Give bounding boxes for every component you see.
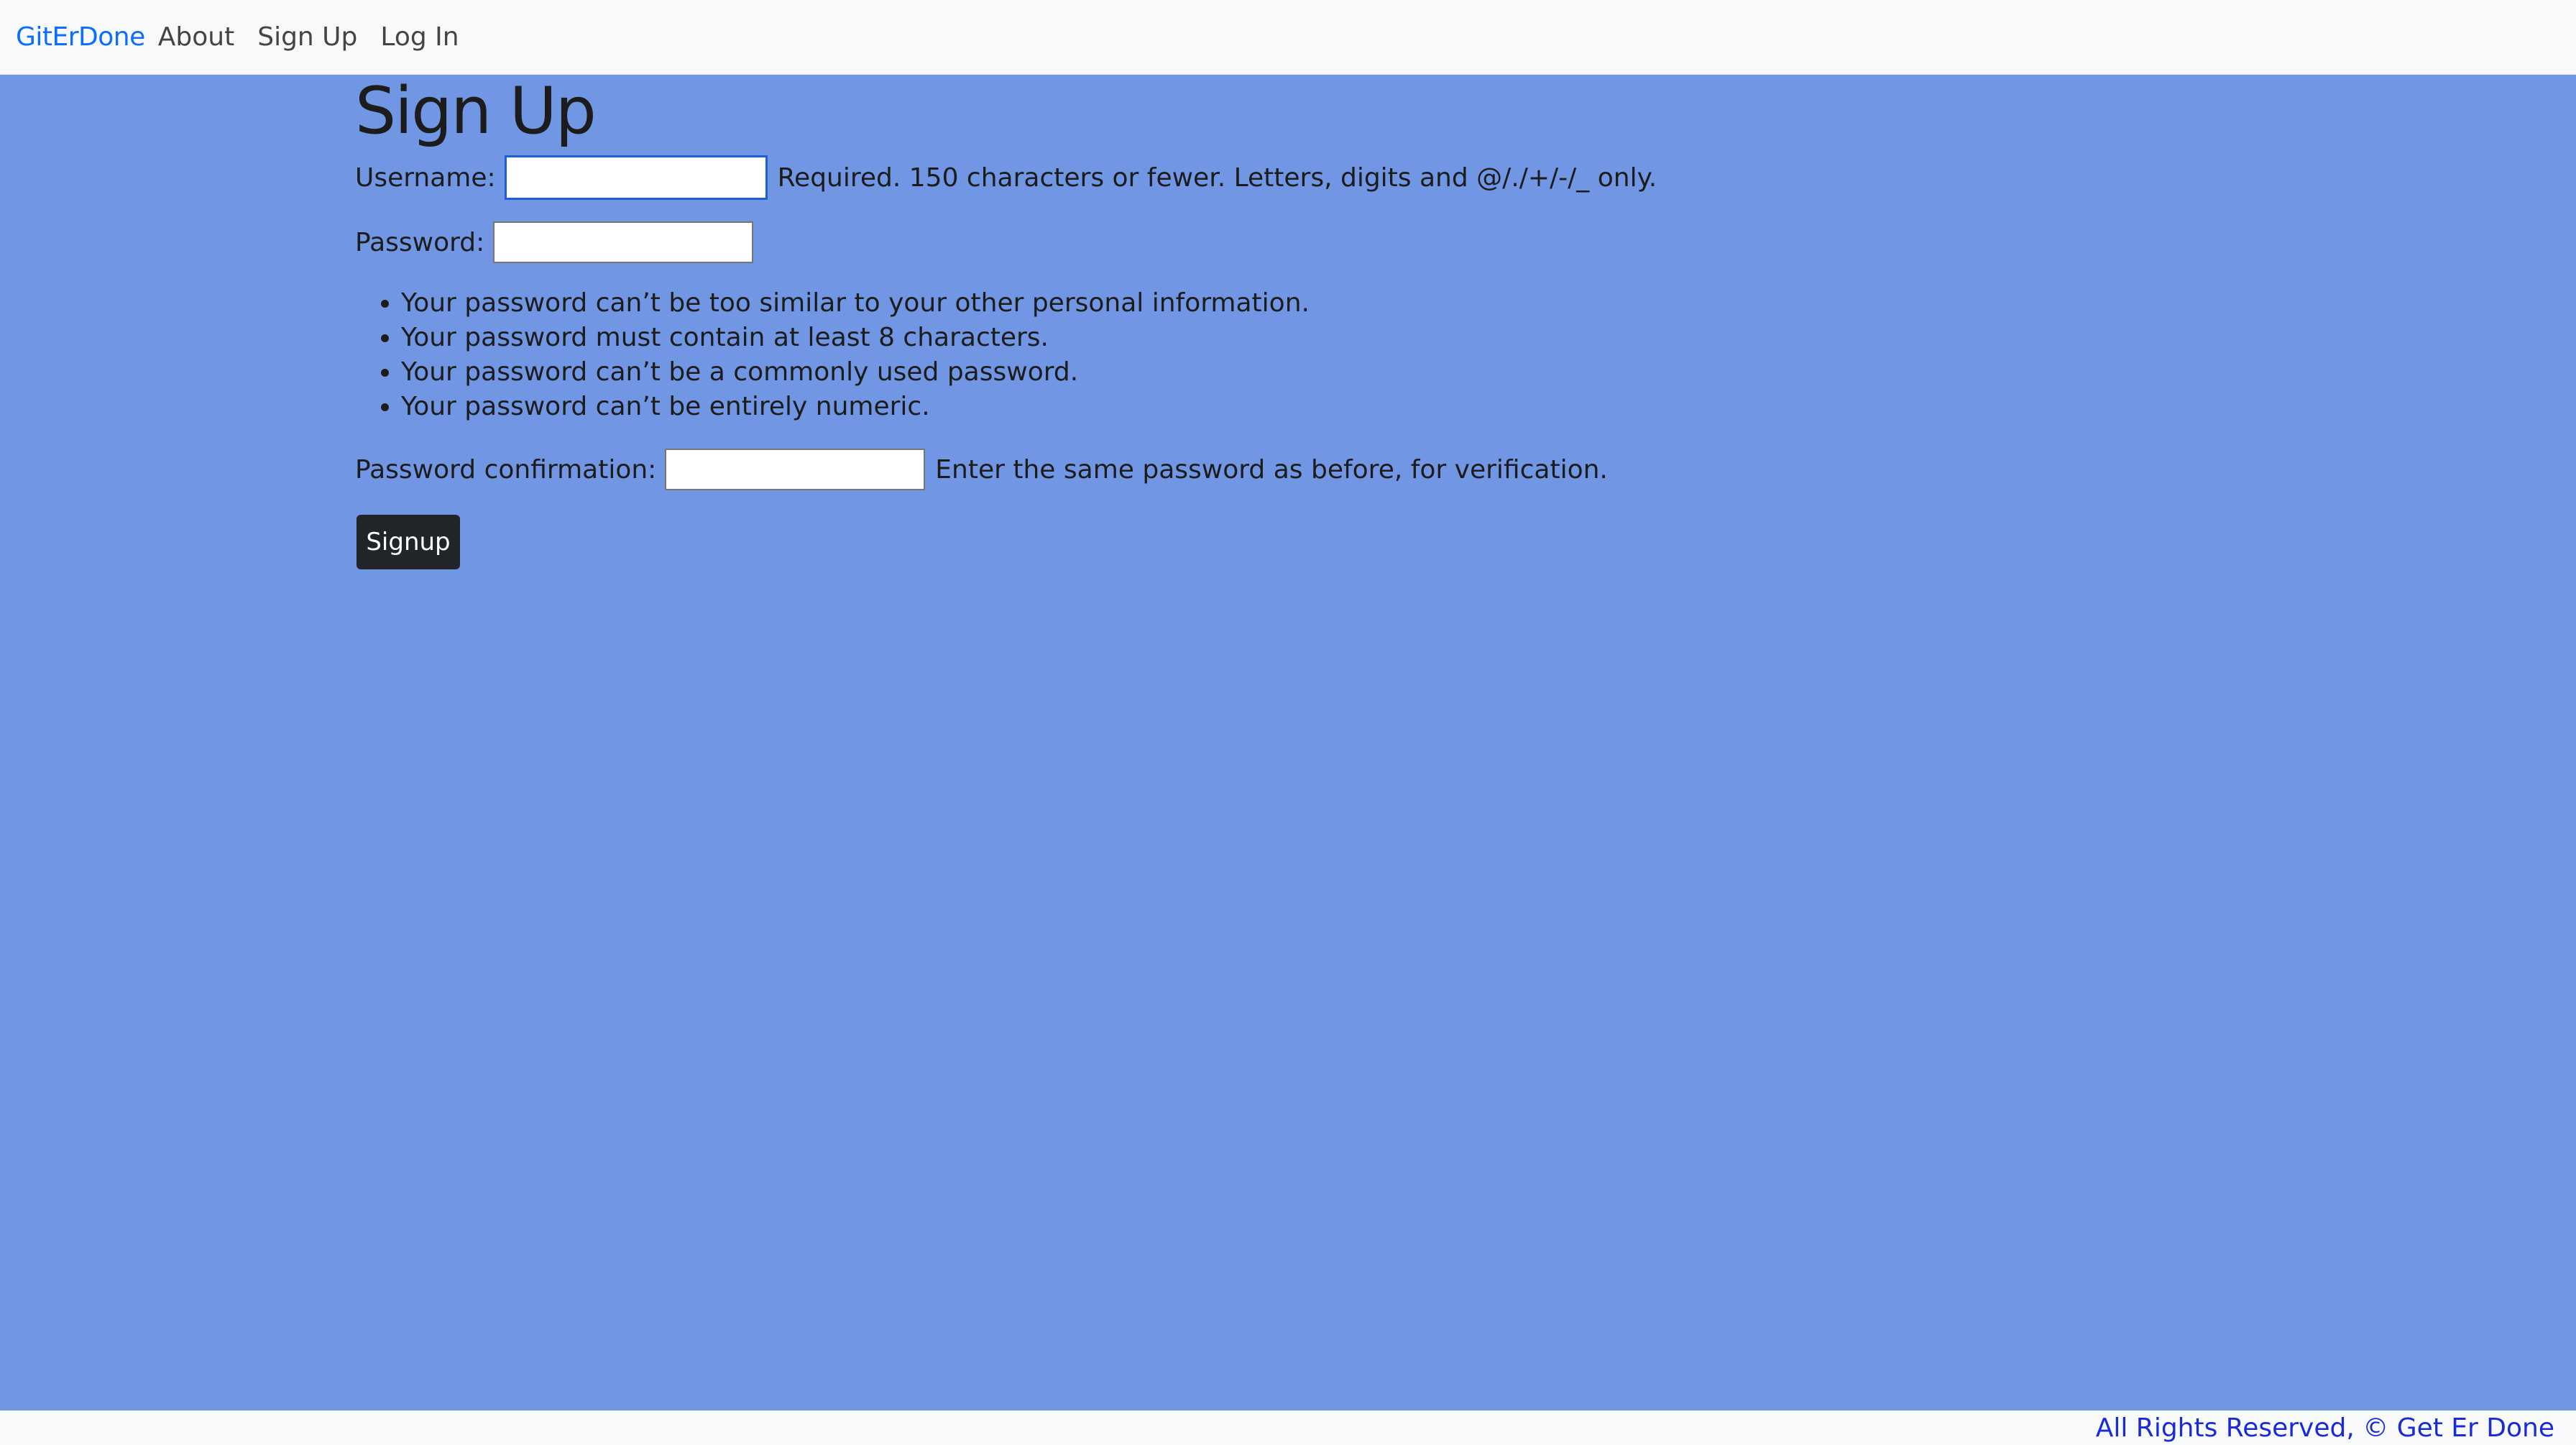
navbar: GitErDone About Sign Up Log In xyxy=(0,0,2576,75)
password-input[interactable] xyxy=(493,221,754,263)
password-row: Password: xyxy=(355,221,754,263)
password-confirmation-row: Password confirmation: Enter the same pa… xyxy=(355,449,1608,490)
password-confirmation-input[interactable] xyxy=(665,449,926,490)
password-confirmation-label: Password confirmation: xyxy=(355,454,657,485)
username-row: Username: Required. 150 characters or fe… xyxy=(355,155,1657,200)
password-rule-item: Your password must contain at least 8 ch… xyxy=(401,321,1310,355)
footer-copyright: All Rights Reserved, © Get Er Done xyxy=(2095,1413,2554,1443)
password-rule-item: Your password can’t be entirely numeric. xyxy=(401,390,1310,424)
signup-button[interactable]: Signup xyxy=(356,515,460,569)
password-rule-item: Your password can’t be a commonly used p… xyxy=(401,355,1310,390)
password-label: Password: xyxy=(355,227,485,257)
username-input[interactable] xyxy=(504,155,768,200)
username-help-text: Required. 150 characters or fewer. Lette… xyxy=(777,162,1657,193)
nav-link-about[interactable]: About xyxy=(158,22,234,52)
brand-link[interactable]: GitErDone xyxy=(16,22,145,52)
nav-link-sign-up[interactable]: Sign Up xyxy=(257,22,357,52)
username-label: Username: xyxy=(355,162,496,193)
password-rule-item: Your password can’t be too similar to yo… xyxy=(401,286,1310,321)
password-rules-list: Your password can’t be too similar to yo… xyxy=(355,286,1310,424)
page-title: Sign Up xyxy=(355,73,597,149)
footer: All Rights Reserved, © Get Er Done xyxy=(0,1410,2576,1445)
nav-link-log-in[interactable]: Log In xyxy=(380,22,459,52)
password-confirmation-help-text: Enter the same password as before, for v… xyxy=(935,454,1608,485)
